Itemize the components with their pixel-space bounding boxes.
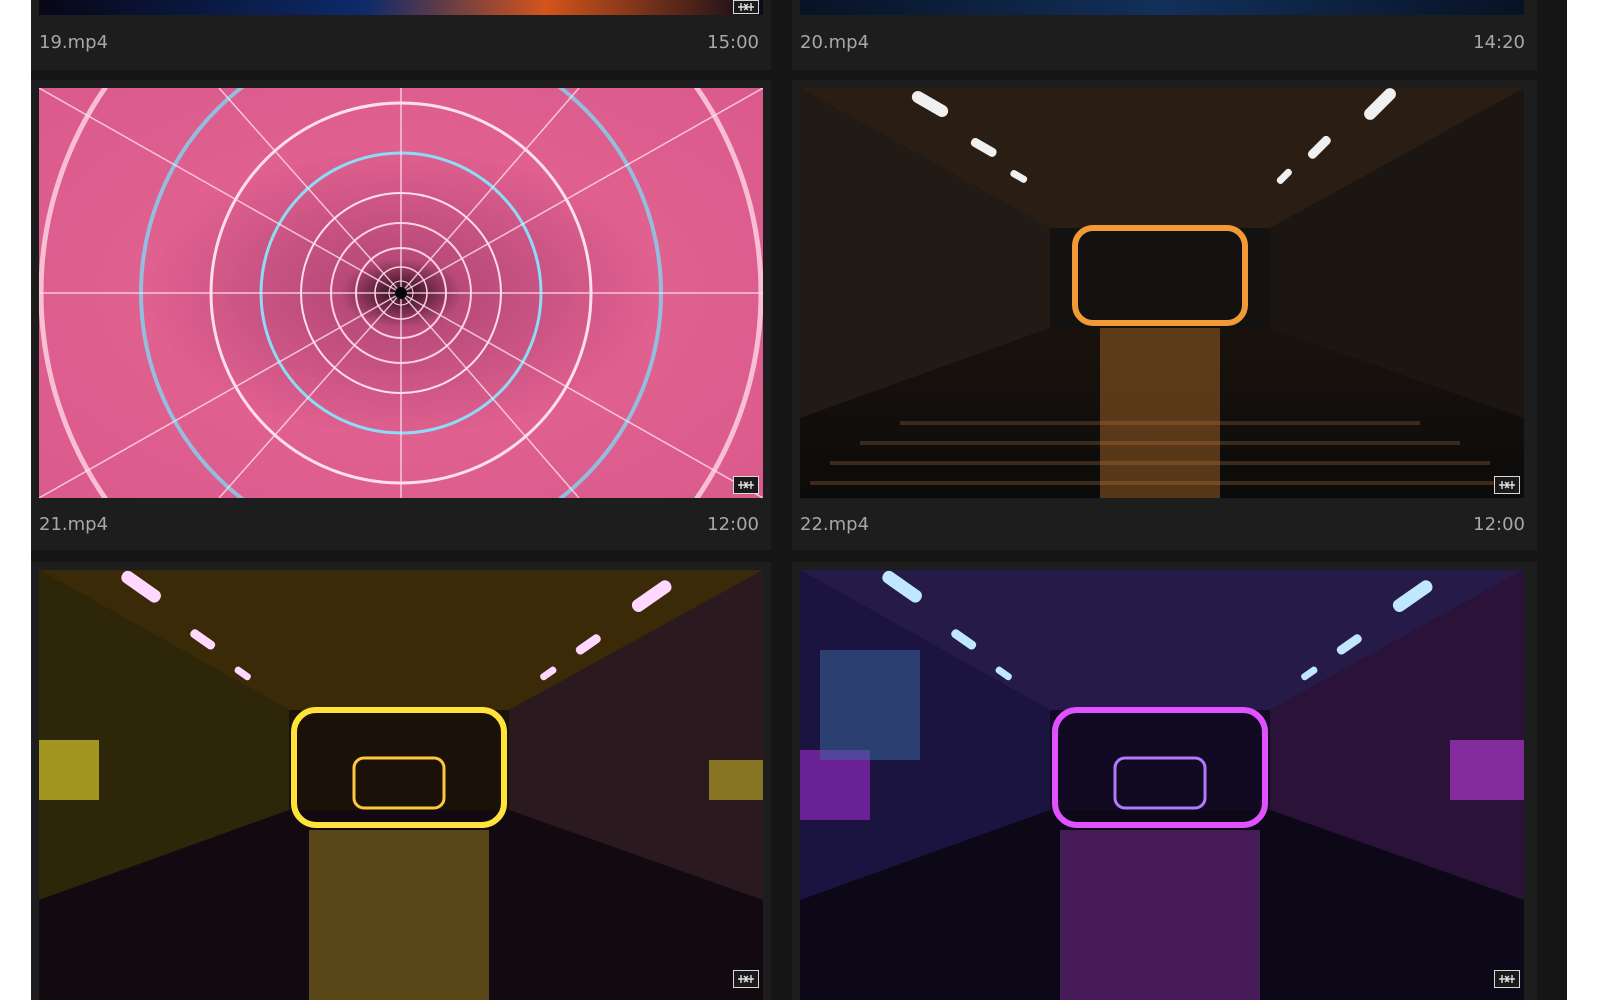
clip-thumbnail[interactable]	[800, 0, 1524, 15]
clip-thumbnail[interactable]	[800, 88, 1524, 498]
clip-name: 20.mp4	[800, 32, 870, 53]
clip-thumbnail[interactable]	[800, 570, 1524, 1000]
clip-duration: 15:00	[707, 32, 759, 53]
thumbnail-image	[800, 88, 1524, 498]
clip-card[interactable]: 19.mp4 15:00	[31, 0, 771, 70]
clip-card[interactable]	[792, 562, 1537, 1000]
clip-card[interactable]	[31, 562, 771, 1000]
clip-name: 22.mp4	[800, 514, 870, 535]
media-bin-panel: 19.mp4 15:00 20.mp4 14:20 21.mp4 12:00 2…	[31, 0, 1567, 1000]
clip-name: 21.mp4	[39, 514, 109, 535]
thumbnail-image	[800, 0, 1524, 15]
clip-card[interactable]: 22.mp4 12:00	[792, 80, 1537, 550]
clip-media-icon	[733, 0, 759, 14]
clip-media-icon	[1494, 970, 1520, 988]
clip-thumbnail[interactable]	[39, 570, 763, 1000]
clip-duration: 12:00	[707, 514, 759, 535]
thumbnail-image	[39, 0, 763, 15]
clip-card[interactable]: 21.mp4 12:00	[31, 80, 771, 550]
clip-duration: 14:20	[1473, 32, 1525, 53]
thumbnail-image	[39, 570, 763, 1000]
clip-thumbnail[interactable]	[39, 88, 763, 498]
clip-media-icon	[1494, 476, 1520, 494]
thumbnail-image	[39, 88, 763, 498]
thumbnail-image	[800, 570, 1524, 1000]
clip-media-icon	[733, 476, 759, 494]
clip-card[interactable]: 20.mp4 14:20	[792, 0, 1537, 70]
clip-name: 19.mp4	[39, 32, 109, 53]
clip-duration: 12:00	[1473, 514, 1525, 535]
clip-thumbnail[interactable]	[39, 0, 763, 15]
clip-media-icon	[733, 970, 759, 988]
